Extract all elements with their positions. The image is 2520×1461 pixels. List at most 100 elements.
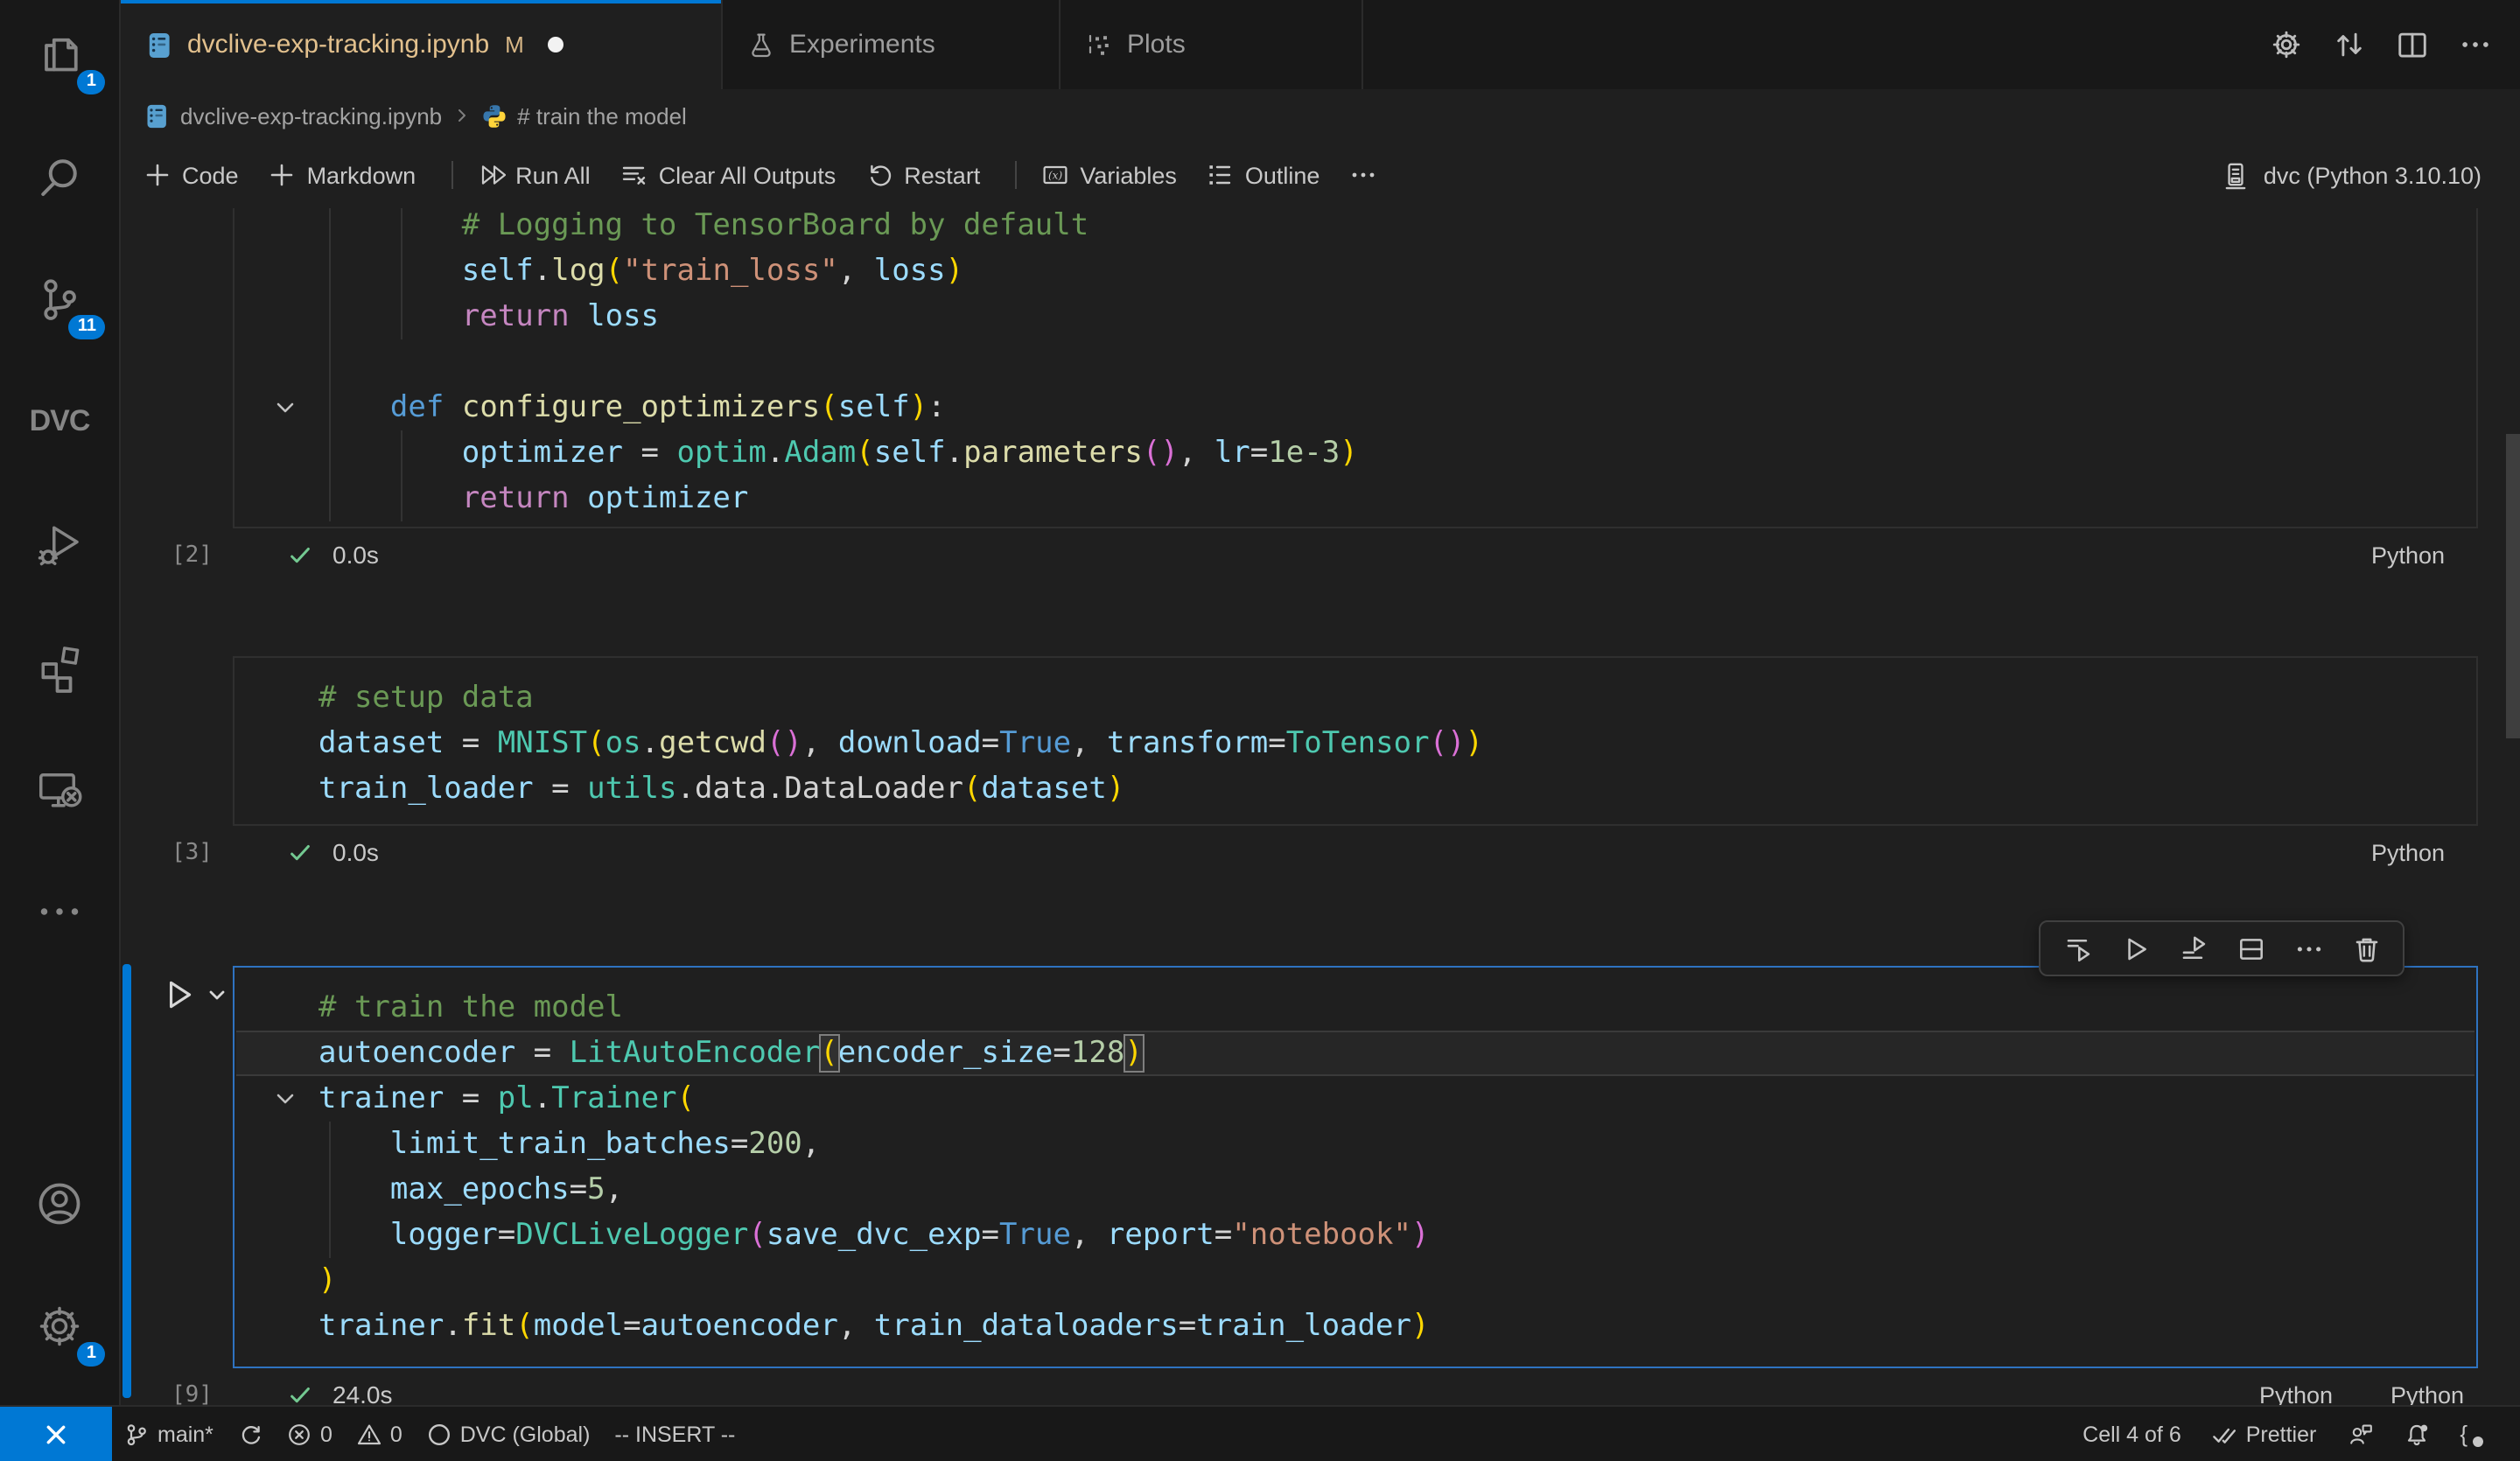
- status-feedback[interactable]: [2335, 1407, 2384, 1461]
- status-problems-errors[interactable]: 0: [275, 1407, 345, 1461]
- fold-chevron-icon[interactable]: [271, 394, 299, 422]
- activity-item-explorer[interactable]: 1: [0, 0, 119, 108]
- extensions-icon: [33, 640, 86, 693]
- status-sync[interactable]: [226, 1407, 275, 1461]
- gear-small-icon: [2270, 28, 2303, 61]
- breadcrumb-file[interactable]: dvclive-exp-tracking.ipynb: [180, 102, 442, 129]
- kernel-picker[interactable]: dvc (Python 3.10.10): [2222, 160, 2520, 190]
- code-line[interactable]: self.log("train_loss", loss): [318, 248, 2476, 294]
- git-modified-badge: M: [505, 31, 524, 58]
- notebook-settings-button[interactable]: [2270, 28, 2303, 61]
- status-label: DVC (Global): [460, 1422, 591, 1446]
- more-actions-button[interactable]: [2459, 28, 2492, 61]
- execution-count: [2]: [172, 542, 213, 568]
- status-prettier[interactable]: Prettier: [2201, 1407, 2329, 1461]
- restart-icon: [865, 161, 893, 189]
- gear-icon: [33, 1300, 86, 1353]
- code-line[interactable]: [318, 339, 2476, 385]
- tab-experiments[interactable]: Experiments: [723, 0, 1060, 89]
- code-line[interactable]: dataset = MNIST(os.getcwd(), download=Tr…: [318, 721, 2476, 766]
- cell-more-actions-button[interactable]: [2286, 926, 2331, 971]
- trash-icon: [2351, 933, 2381, 963]
- code-line[interactable]: # setup data: [318, 675, 2476, 721]
- code-line[interactable]: # Logging to TensorBoard by default: [318, 208, 2476, 248]
- split-editor-button[interactable]: [2396, 28, 2429, 61]
- remote-explorer-icon: [33, 763, 86, 815]
- add-icon: [144, 161, 172, 189]
- code-line[interactable]: trainer = pl.Trainer(: [318, 1076, 2476, 1122]
- code-line[interactable]: trainer.fit(model=autoencoder, train_dat…: [318, 1304, 2476, 1349]
- status-problems-warnings[interactable]: 0: [345, 1407, 415, 1461]
- execute-below-button[interactable]: [2170, 926, 2216, 971]
- tab-notebook[interactable]: dvclive-exp-tracking.ipynbM: [121, 0, 723, 89]
- success-check-icon: [287, 542, 313, 568]
- cell-code-editor[interactable]: # Logging to TensorBoard by default self…: [233, 208, 2478, 528]
- status-cell-position[interactable]: Cell 4 of 6: [2070, 1407, 2194, 1461]
- activity-item-remote-explorer[interactable]: [0, 735, 119, 843]
- success-check-icon: [287, 839, 313, 865]
- run-cell-button[interactable]: [161, 976, 198, 1013]
- scrollbar-thumb[interactable]: [2506, 434, 2520, 738]
- code-line[interactable]: return loss: [318, 294, 2476, 339]
- toolbar-label: Outline: [1245, 162, 1320, 188]
- delete-cell-button[interactable]: [2343, 926, 2389, 971]
- cell-language-picker[interactable]: Python: [2390, 1381, 2464, 1405]
- badge: 11: [69, 315, 105, 339]
- activity-item-extensions[interactable]: [0, 612, 119, 721]
- tab-plots[interactable]: Plots: [1060, 0, 1363, 89]
- code-line[interactable]: return optimizer: [318, 476, 2476, 521]
- code-line[interactable]: # train the model: [318, 985, 2476, 1031]
- cell-code-editor[interactable]: # train the modelautoencoder = LitAutoEn…: [233, 966, 2478, 1368]
- cell-language-picker[interactable]: Python: [2371, 839, 2445, 865]
- status-notifications[interactable]: [2391, 1407, 2440, 1461]
- activity-item-accounts[interactable]: [0, 1150, 119, 1258]
- ellipsis-small-icon: [2293, 933, 2323, 963]
- add-markdown-button[interactable]: Markdown: [269, 161, 416, 189]
- status-git-branch[interactable]: main*: [112, 1407, 226, 1461]
- split-cell-button[interactable]: [2228, 926, 2273, 971]
- compare-changes-button[interactable]: [2333, 28, 2366, 61]
- cell-language-picker[interactable]: Python: [2371, 542, 2445, 568]
- activity-item-dvc[interactable]: DVC: [0, 367, 119, 476]
- run-options-chevron-icon[interactable]: [206, 985, 228, 1006]
- code-line[interactable]: def configure_optimizers(self):: [318, 385, 2476, 430]
- play-small-icon: [2120, 933, 2150, 963]
- activity-item-settings[interactable]: 1: [0, 1272, 119, 1381]
- execute-cell-button[interactable]: [2112, 926, 2158, 971]
- code-line[interactable]: logger=DVCLiveLogger(save_dvc_exp=True, …: [318, 1213, 2476, 1258]
- code-line[interactable]: train_loader = utils.data.DataLoader(dat…: [318, 766, 2476, 812]
- cell-language-picker[interactable]: Python: [2259, 1381, 2333, 1405]
- toolbar-label: Restart: [904, 162, 980, 188]
- code-line[interactable]: limit_train_batches=200,: [318, 1122, 2476, 1167]
- status-dvc-status[interactable]: DVC (Global): [415, 1407, 603, 1461]
- code-line[interactable]: ): [318, 1258, 2476, 1304]
- status-vim-mode[interactable]: -- INSERT --: [602, 1407, 747, 1461]
- toolbar-more-button[interactable]: [1349, 161, 1377, 189]
- variables-button[interactable]: (x)Variables: [1041, 161, 1177, 189]
- clear-outputs-icon: [620, 161, 648, 189]
- activity-item-more-views[interactable]: [0, 857, 119, 966]
- execution-time: 0.0s: [332, 838, 379, 866]
- restart-button[interactable]: Restart: [865, 161, 980, 189]
- dirty-indicator[interactable]: [549, 37, 564, 52]
- activity-item-run-debug[interactable]: [0, 490, 119, 598]
- code-line[interactable]: optimizer = optim.Adam(self.parameters()…: [318, 430, 2476, 476]
- run-all-button[interactable]: Run All: [477, 161, 591, 189]
- code-line[interactable]: max_epochs=5,: [318, 1167, 2476, 1213]
- activity-item-search[interactable]: [0, 122, 119, 231]
- breadcrumb-section[interactable]: # train the model: [517, 102, 687, 129]
- double-check-icon: [2213, 1422, 2237, 1446]
- code-line[interactable]: autoencoder = LitAutoEncoder(encoder_siz…: [318, 1031, 2476, 1076]
- execute-above-cells-button[interactable]: [2054, 926, 2100, 971]
- fold-chevron-icon[interactable]: [271, 1085, 299, 1113]
- outline-button[interactable]: Outline: [1207, 161, 1320, 189]
- toolbar-label: Code: [182, 162, 239, 188]
- status-remote-indicator[interactable]: [0, 1407, 112, 1461]
- execution-count: [9]: [172, 1381, 213, 1405]
- cell-code-editor[interactable]: # setup datadataset = MNIST(os.getcwd(),…: [233, 656, 2478, 826]
- status-braces-status[interactable]: {: [2447, 1407, 2496, 1461]
- clear-all-outputs-button[interactable]: Clear All Outputs: [620, 161, 836, 189]
- add-code-button[interactable]: Code: [144, 161, 239, 189]
- run-above-icon: [2062, 933, 2092, 963]
- activity-item-source-control[interactable]: 11: [0, 245, 119, 353]
